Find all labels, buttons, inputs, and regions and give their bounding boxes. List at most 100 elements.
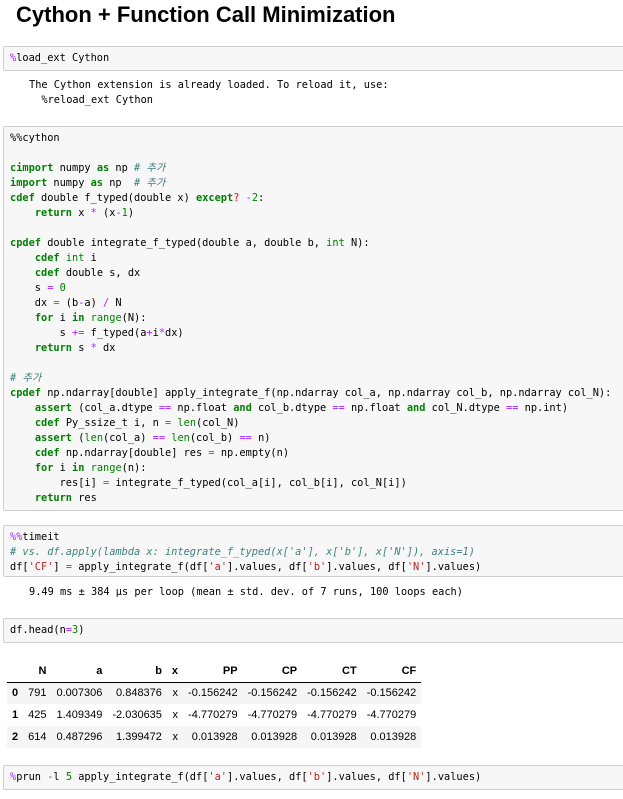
code-line: cdef double s, dx [10, 266, 621, 281]
code-token: : [258, 192, 265, 204]
code-token: int [326, 237, 345, 249]
code-token: apply_integrate_f(df[ [72, 771, 209, 783]
code-token: int [65, 252, 85, 264]
code-token: == [239, 432, 252, 444]
code-token: df.head(n [10, 624, 66, 636]
code-token: df[ [10, 561, 29, 573]
column-header: PP [183, 660, 243, 683]
row-index: 2 [12, 731, 19, 743]
code-token: len [84, 432, 104, 444]
code-token: ( [72, 432, 85, 444]
code-token: (col_a) [103, 432, 153, 444]
table-cell: -0.156242 [247, 687, 298, 700]
table-cell: 1.409349 [56, 709, 103, 721]
column-header [7, 660, 24, 683]
code-token: return [34, 207, 73, 219]
code-token: %% [10, 531, 23, 543]
code-token: in [72, 312, 85, 324]
table-cell: -2.030635 [112, 709, 162, 721]
code-token: ) [127, 207, 135, 219]
code-cell-prun[interactable]: %prun -l 5 apply_integrate_f(df['a'].val… [3, 765, 623, 790]
code-token: (x [96, 207, 116, 219]
code-token: except [196, 192, 234, 204]
code-line: return res [10, 491, 621, 506]
code-line: res[i] = integrate_f_typed(col_a[i], col… [10, 476, 621, 491]
code-token: cdef [34, 267, 60, 279]
code-line: assert (len(col_a) == len(col_b) == n) [10, 431, 621, 446]
code-token: Py_ssize_t i, n [59, 417, 166, 429]
code-token: res [72, 492, 97, 504]
code-token: i [84, 252, 97, 264]
code-token: range [90, 462, 122, 474]
code-line: import numpy as np # 추가 [10, 176, 621, 191]
code-token: dx) [165, 327, 184, 339]
code-token: assert [34, 432, 73, 444]
code-line: cdef double f_typed(double x) except? -2… [10, 191, 621, 206]
code-token: ].values, df[ [326, 771, 407, 783]
code-token: apply_integrate_f(df[ [72, 561, 209, 573]
code-token: in [72, 462, 85, 474]
column-header: x [166, 660, 184, 683]
code-cell-head[interactable]: df.head(n=3) [3, 618, 623, 643]
code-token: and [233, 402, 252, 414]
code-token: for [34, 312, 54, 324]
code-token: cimport [10, 162, 54, 174]
table-cell: -4.770279 [188, 709, 238, 721]
code-line: for i in range(N): [10, 311, 621, 326]
code-cell-timeit[interactable]: %%timeit # vs. df.apply(lambda x: integra… [3, 525, 623, 577]
table-header-row: Na b x PP CP CT CF [7, 660, 422, 683]
code-token: == [152, 432, 166, 444]
code-token: return [34, 492, 73, 504]
table-row: 1 425 1.409349 -2.030635 x -4.770279 -4.770279… [7, 704, 421, 726]
table-cell: 1.399472 [116, 731, 162, 743]
code-token: for [34, 462, 54, 474]
code-token: double s, dx [59, 267, 141, 279]
code-line: # vs. df.apply(lambda x: integrate_f_typ… [10, 545, 621, 560]
code-token: 'a' [208, 771, 228, 783]
code-token: ].values) [425, 771, 482, 783]
code-token: s [10, 327, 72, 339]
code-token: x [72, 207, 91, 219]
code-token: += [72, 327, 85, 339]
code-token: cpdef [10, 237, 41, 249]
output-load-ext: The Cython extension is already loaded. … [29, 79, 389, 106]
code-token: len [171, 432, 190, 444]
code-token: np.empty(n) [214, 447, 290, 459]
code-token: a) [84, 297, 104, 309]
code-token: 'b' [307, 561, 327, 573]
table-cell: 0.007306 [56, 687, 103, 700]
row-index: 1 [12, 709, 19, 721]
code-token: (col_N) [196, 417, 240, 429]
table-row: 2 614 0.487296 1.399472 x 0.013928 0.013928 0.0… [7, 726, 422, 748]
table-cell: 0.013928 [310, 731, 357, 743]
code-token: f_typed(a [84, 327, 147, 339]
code-token: N): [344, 237, 370, 249]
code-token: cdef [34, 252, 60, 264]
code-token: res[i] [10, 477, 103, 489]
code-token: 0 [59, 282, 66, 294]
code-token: col_N.dtype [425, 402, 507, 414]
table-cell: x [172, 731, 179, 743]
code-line: cdef np.ndarray[double] res = np.empty(n… [10, 446, 621, 461]
code-line: cpdef np.ndarray[double] apply_integrate… [10, 386, 621, 401]
code-token: return [34, 342, 73, 354]
code-line: df['CF'] = apply_integrate_f(df['a'].val… [10, 560, 621, 575]
code-token: col_b.dtype [251, 402, 333, 414]
table-cell: -4.770279 [307, 709, 357, 721]
code-token: i [53, 462, 73, 474]
code-token: 'N' [406, 561, 426, 573]
code-token: np.ndarray[double] res [59, 447, 209, 459]
code-line: %%cython [10, 131, 621, 146]
code-token: cdef [10, 192, 35, 204]
code-cell-cython[interactable]: %%cython cimport numpy as np # 추가 import n… [3, 126, 623, 511]
code-cell-load-ext[interactable]: %load_ext Cython [3, 46, 623, 71]
table-cell: 425 [28, 709, 47, 721]
column-header: CF [361, 660, 422, 683]
